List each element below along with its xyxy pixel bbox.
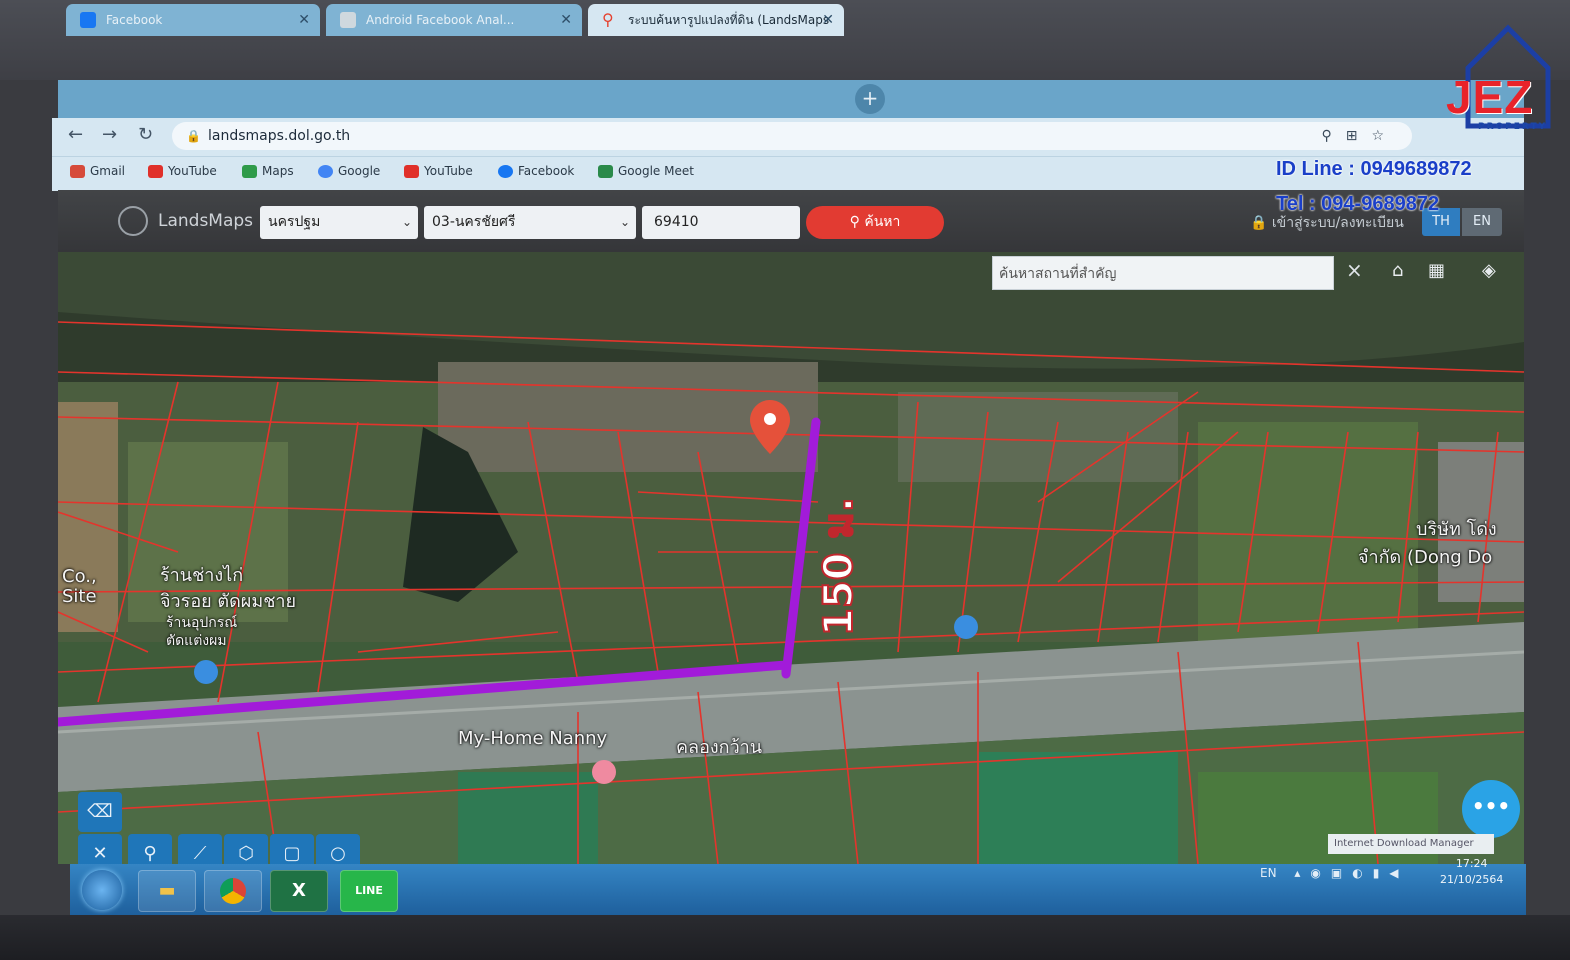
facebook-icon [80,12,96,28]
contact-line-id: ID Line : 0949689872 [1276,158,1472,180]
login-label: เข้าสู่ระบบ/ลงทะเบียน [1271,215,1404,231]
map-label-company-cut: Site [62,586,97,607]
province-value: นครปฐม [268,214,321,230]
chevron-down-icon: ⌄ [401,215,412,229]
map-label-road: My-Home Nanny [458,728,608,749]
back-icon[interactable]: ← [68,124,83,145]
tab-facebook[interactable]: Facebook ✕ [66,4,320,36]
excel-icon[interactable]: X [270,870,328,912]
system-tray[interactable]: EN ▴◉▣◐▮◀ [1260,866,1409,880]
tab-label: Facebook [106,13,163,27]
maps-icon [242,165,257,178]
map-canvas [58,252,1524,864]
jez-brand: JEZ [1446,71,1534,123]
monitor-bezel-bottom [0,915,1570,960]
bookmark-gmail[interactable]: Gmail [70,164,125,178]
line-app-icon[interactable]: LINE [340,870,398,912]
grid-icon[interactable]: ▦ [1428,260,1445,281]
landsmaps-logo-icon [118,206,148,236]
youtube-icon [404,165,419,178]
reload-icon[interactable]: ↻ [138,124,153,145]
bookmark-label: Maps [262,164,294,178]
url-text: landsmaps.dol.go.th [208,128,351,144]
bookmark-maps[interactable]: Maps [242,164,294,178]
tab-label: ระบบค้นหารูปแปลงที่ดิน (LandsMaps [628,13,830,27]
more-options-button[interactable]: ••• [1462,780,1520,838]
system-clock[interactable]: 17:24 21/10/2564 [1440,856,1503,888]
youtube-icon [148,165,163,178]
close-tab-icon[interactable]: ✕ [822,4,834,36]
district-select[interactable]: 03-นครชัยศรี ⌄ [424,206,636,239]
bookmark-youtube[interactable]: YouTube [148,164,217,178]
map-label-shop: ร้านช่างไก่ [160,565,244,586]
close-tab-icon[interactable]: ✕ [298,4,310,36]
gmail-icon [70,165,85,178]
map-label-company-cut: Co., [62,566,97,587]
search-icon: ⚲ [849,214,865,230]
bookmark-label: Google Meet [618,164,694,178]
bookmark-label: YouTube [168,164,217,178]
map-label-shop: ตัดแต่งผม [166,633,227,649]
eraser-icon[interactable]: ⌫ [78,792,122,832]
google-icon [318,165,333,178]
idm-notification[interactable]: Internet Download Manager [1328,834,1494,854]
new-tab-button[interactable]: + [855,84,885,114]
tab-label: Android Facebook Anal... [366,13,515,27]
facebook-icon [498,165,513,178]
bookmark-label: Gmail [90,164,126,178]
close-tab-icon[interactable]: ✕ [560,4,572,36]
browser-tab-strip [58,80,1524,118]
tab-android[interactable]: Android Facebook Anal... ✕ [326,4,582,36]
start-button-icon[interactable] [82,870,122,910]
chrome-icon[interactable] [204,870,262,912]
map-label-company: บริษัท โด่ง [1416,519,1497,540]
bookmark-google[interactable]: Google [318,164,380,178]
map-label-canal: คลองกว้าน [676,737,763,758]
chevron-down-icon: ⌄ [619,215,630,229]
bookmark-facebook[interactable]: Facebook [498,164,574,178]
bookmark-label: Facebook [518,164,575,178]
jez-brand-sub: PROPERTY [1478,122,1548,132]
app-title: LandsMaps [158,211,254,231]
parcel-number-input[interactable]: 69410 [642,206,800,239]
clock-date: 21/10/2564 [1440,873,1504,886]
layers-icon[interactable]: ◈ [1482,260,1496,281]
landmark-search-input[interactable]: ค้นหาสถานที่สำคัญ [992,256,1334,290]
bookmark-label: YouTube [424,164,473,178]
tab-landsmaps[interactable]: ⚲ ระบบค้นหารูปแปลงที่ดิน (LandsMaps ✕ [588,4,844,36]
lang-en-button[interactable]: EN [1462,208,1502,236]
bookmark-label: Google [338,164,381,178]
map-label-company: จำกัด (Dong Do [1358,547,1493,568]
home-icon[interactable]: ⌂ [1392,260,1403,281]
contact-tel: Tel : 094-9689872 [1276,193,1440,215]
distance-measurement-label: 150 ม. [815,496,863,637]
lock-icon: 🔒 [186,129,201,143]
bookmark-youtube-2[interactable]: YouTube [404,164,473,178]
search-button[interactable]: ⚲ ค้นหา [806,206,944,239]
province-select[interactable]: นครปฐม ⌄ [260,206,418,239]
bookmark-google-meet[interactable]: Google Meet [598,164,694,178]
folder-icon[interactable]: ▬ [138,870,196,912]
tray-icons[interactable]: ▴◉▣◐▮◀ [1294,866,1408,880]
parcel-number-value: 69410 [654,214,699,230]
site-icon [340,12,356,28]
forward-icon[interactable]: → [102,124,117,145]
language-indicator[interactable]: EN [1260,866,1277,880]
omnibox-icons[interactable]: ⚲⊞☆ [1321,122,1398,150]
map-label-shop: จิวรอย ตัดผมชาย [160,591,297,612]
search-label: ค้นหา [864,214,901,230]
meet-icon [598,165,613,178]
address-bar[interactable]: 🔒 landsmaps.dol.go.th ⚲⊞☆ [172,122,1412,150]
close-icon[interactable]: × [1346,258,1363,282]
district-value: 03-นครชัยศรี [432,214,516,230]
map-pin-icon: ⚲ [602,10,614,29]
clock-time: 17:24 [1455,857,1488,870]
lock-icon: 🔒 [1250,215,1272,231]
satellite-map[interactable] [58,252,1524,864]
